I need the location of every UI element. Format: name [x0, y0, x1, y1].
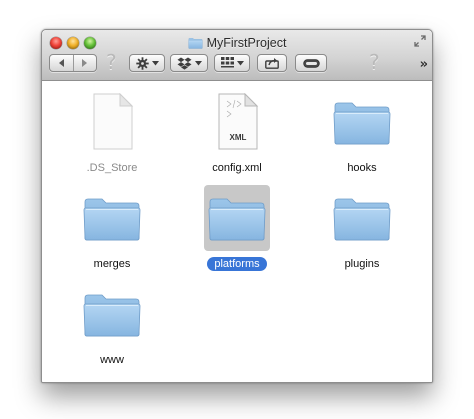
folder-item-merges[interactable]: merges: [67, 185, 157, 271]
document-icon: [93, 93, 134, 150]
back-arrow-icon[interactable]: [51, 56, 73, 70]
arrange-menu-button[interactable]: [214, 54, 250, 72]
file-name-label: plugins: [344, 258, 380, 270]
dropbox-menu-button[interactable]: [170, 54, 208, 72]
file-name-label: platforms: [207, 257, 267, 271]
folder-item-hooks[interactable]: hooks: [317, 89, 407, 175]
file-name-label: config.xml: [212, 162, 262, 174]
window-title: MyFirstProject: [206, 36, 287, 50]
back-forward-control: [49, 54, 97, 72]
help-icon: ?: [106, 50, 117, 74]
share-button[interactable]: [257, 54, 287, 72]
xml-badge: XML: [230, 133, 247, 142]
chevron-down-icon: [151, 60, 159, 65]
chevron-down-icon: [236, 60, 244, 65]
folder-icon: [188, 37, 203, 49]
file-icon-view: .DS_Store XML config.xml hooks merges pl…: [42, 81, 432, 382]
file-item-config-xml[interactable]: XML config.xml: [192, 89, 282, 175]
folder-item-www[interactable]: www: [67, 281, 157, 367]
finder-window: MyFirstProject ? ? » .DS_Store XML confi…: [41, 29, 433, 383]
file-name-label: merges: [93, 258, 131, 270]
file-name-label: www: [100, 354, 124, 366]
fullscreen-icon[interactable]: [414, 35, 426, 47]
help-icon: ?: [369, 50, 380, 74]
share-icon: [265, 58, 279, 69]
toggle-icon: [302, 58, 320, 68]
selection-highlight: [204, 185, 270, 251]
folder-icon: [82, 290, 142, 338]
folder-icon: [332, 98, 392, 146]
toolbar-overflow-icon[interactable]: »: [420, 57, 428, 72]
file-item-ds-store[interactable]: .DS_Store: [67, 89, 157, 175]
folder-item-platforms[interactable]: platforms: [192, 185, 282, 271]
action-menu-button[interactable]: [129, 54, 165, 72]
xml-document-icon: XML: [218, 93, 259, 150]
file-name-label: hooks: [347, 162, 377, 174]
folder-icon: [207, 194, 267, 242]
title-bar[interactable]: MyFirstProject ? ? »: [42, 30, 432, 81]
folder-icon: [82, 194, 142, 242]
dropbox-icon: [177, 57, 191, 70]
gear-icon: [135, 56, 149, 70]
tags-button[interactable]: [295, 54, 327, 72]
forward-arrow-icon[interactable]: [73, 56, 95, 70]
folder-item-plugins[interactable]: plugins: [317, 185, 407, 271]
file-name-label: .DS_Store: [86, 162, 138, 174]
grid-view-icon: [220, 57, 234, 68]
folder-icon: [332, 194, 392, 242]
chevron-down-icon: [194, 60, 202, 65]
